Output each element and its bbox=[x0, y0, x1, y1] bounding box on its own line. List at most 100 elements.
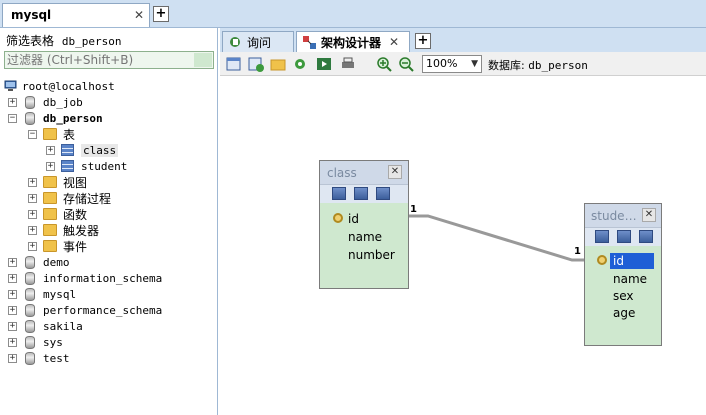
root-label: root@localhost bbox=[22, 79, 115, 93]
tree-folder-functions[interactable]: + 函数 bbox=[28, 206, 87, 222]
expand-icon[interactable]: + bbox=[28, 177, 37, 187]
close-icon[interactable]: ✕ bbox=[132, 8, 146, 22]
expand-icon[interactable]: + bbox=[8, 321, 17, 331]
tree-db-performance_schema[interactable]: + performance_schema bbox=[8, 302, 162, 318]
database-icon bbox=[25, 95, 35, 109]
connection-tab-mysql[interactable]: mysql ✕ bbox=[2, 3, 150, 27]
table-label: student bbox=[81, 159, 128, 173]
tree-folder-procedures[interactable]: + 存储过程 bbox=[28, 190, 111, 206]
print-icon[interactable] bbox=[340, 56, 356, 72]
add-editor-tab-button[interactable]: + bbox=[415, 33, 431, 49]
er-table-student[interactable]: stude… ✕ id name sex age bbox=[584, 203, 662, 346]
er-field[interactable]: number bbox=[348, 247, 395, 263]
tree-folder-events[interactable]: + 事件 bbox=[28, 238, 87, 254]
tab-query[interactable]: 询问 bbox=[222, 31, 294, 52]
expand-icon[interactable]: + bbox=[46, 145, 55, 155]
database-label-text: 数据库: bbox=[488, 59, 525, 72]
folder-label: 事件 bbox=[63, 239, 88, 254]
expand-icon[interactable]: + bbox=[28, 209, 37, 219]
tree-table-student[interactable]: + student bbox=[46, 158, 127, 174]
new-table-icon[interactable] bbox=[226, 56, 242, 72]
er-table-toolbar bbox=[320, 185, 408, 203]
collapse-icon[interactable]: − bbox=[8, 113, 17, 123]
tab-schema-designer-label: 架构设计器 bbox=[321, 35, 382, 50]
tree-db-db_job[interactable]: + db_job bbox=[8, 94, 83, 110]
expand-icon[interactable]: + bbox=[8, 337, 17, 347]
table-properties-icon[interactable] bbox=[639, 230, 653, 243]
add-connection-tab-button[interactable]: + bbox=[153, 6, 169, 22]
zoom-in-icon[interactable] bbox=[376, 56, 392, 72]
connection-tab-label: mysql bbox=[11, 8, 52, 22]
close-icon[interactable]: ✕ bbox=[388, 165, 402, 179]
tree-folder-views[interactable]: + 视图 bbox=[28, 174, 87, 190]
refresh-icon[interactable] bbox=[292, 56, 308, 72]
query-icon bbox=[230, 36, 240, 47]
database-icon bbox=[25, 335, 35, 349]
expand-icon[interactable]: + bbox=[8, 97, 17, 107]
filter-header: 筛选表格 db_person bbox=[6, 32, 121, 49]
filter-field[interactable] bbox=[4, 51, 214, 69]
database-icon bbox=[25, 111, 35, 125]
expand-icon[interactable]: + bbox=[28, 225, 37, 235]
tree-db-db_person[interactable]: − db_person bbox=[8, 110, 103, 126]
tree-root[interactable]: root@localhost bbox=[4, 78, 115, 94]
editor-tab-strip: 询问 架构设计器 ✕ + bbox=[220, 28, 706, 52]
database-icon bbox=[25, 351, 35, 365]
er-field[interactable]: name bbox=[613, 271, 647, 287]
expand-icon[interactable]: + bbox=[28, 241, 37, 251]
table-icon bbox=[61, 144, 74, 156]
tree-db-mysql[interactable]: + mysql bbox=[8, 286, 76, 302]
expand-icon[interactable]: + bbox=[8, 353, 17, 363]
chevron-down-icon: ▼ bbox=[471, 59, 478, 69]
schema-designer-icon bbox=[303, 35, 316, 49]
zoom-select[interactable]: 100% ▼ bbox=[422, 55, 482, 73]
tree-db-sakila[interactable]: + sakila bbox=[8, 318, 83, 334]
tab-schema-designer[interactable]: 架构设计器 ✕ bbox=[296, 31, 410, 52]
edit-table-icon[interactable] bbox=[595, 230, 609, 243]
er-table-header[interactable]: stude… ✕ bbox=[585, 204, 661, 228]
db-label: information_schema bbox=[43, 271, 163, 285]
er-table-name: class bbox=[327, 166, 357, 180]
export-image-icon[interactable] bbox=[316, 56, 332, 72]
design-table-icon[interactable] bbox=[617, 230, 631, 243]
zoom-out-icon[interactable] bbox=[398, 56, 414, 72]
folder-icon bbox=[43, 208, 57, 220]
tree-db-demo[interactable]: + demo bbox=[8, 254, 70, 270]
design-table-icon[interactable] bbox=[354, 187, 368, 200]
er-field[interactable]: name bbox=[348, 229, 382, 245]
expand-icon[interactable]: + bbox=[28, 193, 37, 203]
folder-icon bbox=[43, 240, 57, 252]
tree-folder-triggers[interactable]: + 触发器 bbox=[28, 222, 99, 238]
edit-table-icon[interactable] bbox=[332, 187, 346, 200]
expand-icon[interactable]: + bbox=[8, 273, 17, 283]
close-icon[interactable]: ✕ bbox=[389, 35, 399, 49]
db-label: db_job bbox=[43, 95, 83, 109]
collapse-icon[interactable]: − bbox=[28, 129, 37, 139]
er-field[interactable]: sex bbox=[613, 288, 634, 304]
primary-key-icon bbox=[597, 255, 607, 265]
er-field[interactable]: age bbox=[613, 305, 635, 321]
expand-icon[interactable]: + bbox=[8, 289, 17, 299]
er-table-header[interactable]: class ✕ bbox=[320, 161, 408, 185]
expand-icon[interactable]: + bbox=[8, 305, 17, 315]
expand-icon[interactable]: + bbox=[46, 161, 55, 171]
tree-folder-tables[interactable]: − 表 bbox=[28, 126, 75, 142]
add-table-icon[interactable] bbox=[248, 56, 264, 72]
tree-table-class[interactable]: + class bbox=[46, 142, 119, 158]
close-icon[interactable]: ✕ bbox=[642, 208, 656, 222]
open-folder-icon[interactable] bbox=[270, 56, 286, 72]
tree-db-sys[interactable]: + sys bbox=[8, 334, 63, 350]
table-properties-icon[interactable] bbox=[376, 187, 390, 200]
expand-icon[interactable]: + bbox=[8, 257, 17, 267]
designer-canvas[interactable]: 1 1 class ✕ id name number stude… ✕ id n… bbox=[220, 76, 706, 415]
er-table-class[interactable]: class ✕ id name number bbox=[319, 160, 409, 289]
db-label: performance_schema bbox=[43, 303, 163, 317]
connection-tab-strip: mysql ✕ + bbox=[0, 0, 706, 28]
database-icon bbox=[25, 255, 35, 269]
tree-db-information_schema[interactable]: + information_schema bbox=[8, 270, 162, 286]
database-icon bbox=[25, 271, 35, 285]
filter-input[interactable] bbox=[5, 52, 195, 68]
er-field[interactable]: id bbox=[348, 211, 359, 227]
tree-db-test[interactable]: + test bbox=[8, 350, 70, 366]
er-field-selected[interactable]: id bbox=[610, 253, 654, 269]
